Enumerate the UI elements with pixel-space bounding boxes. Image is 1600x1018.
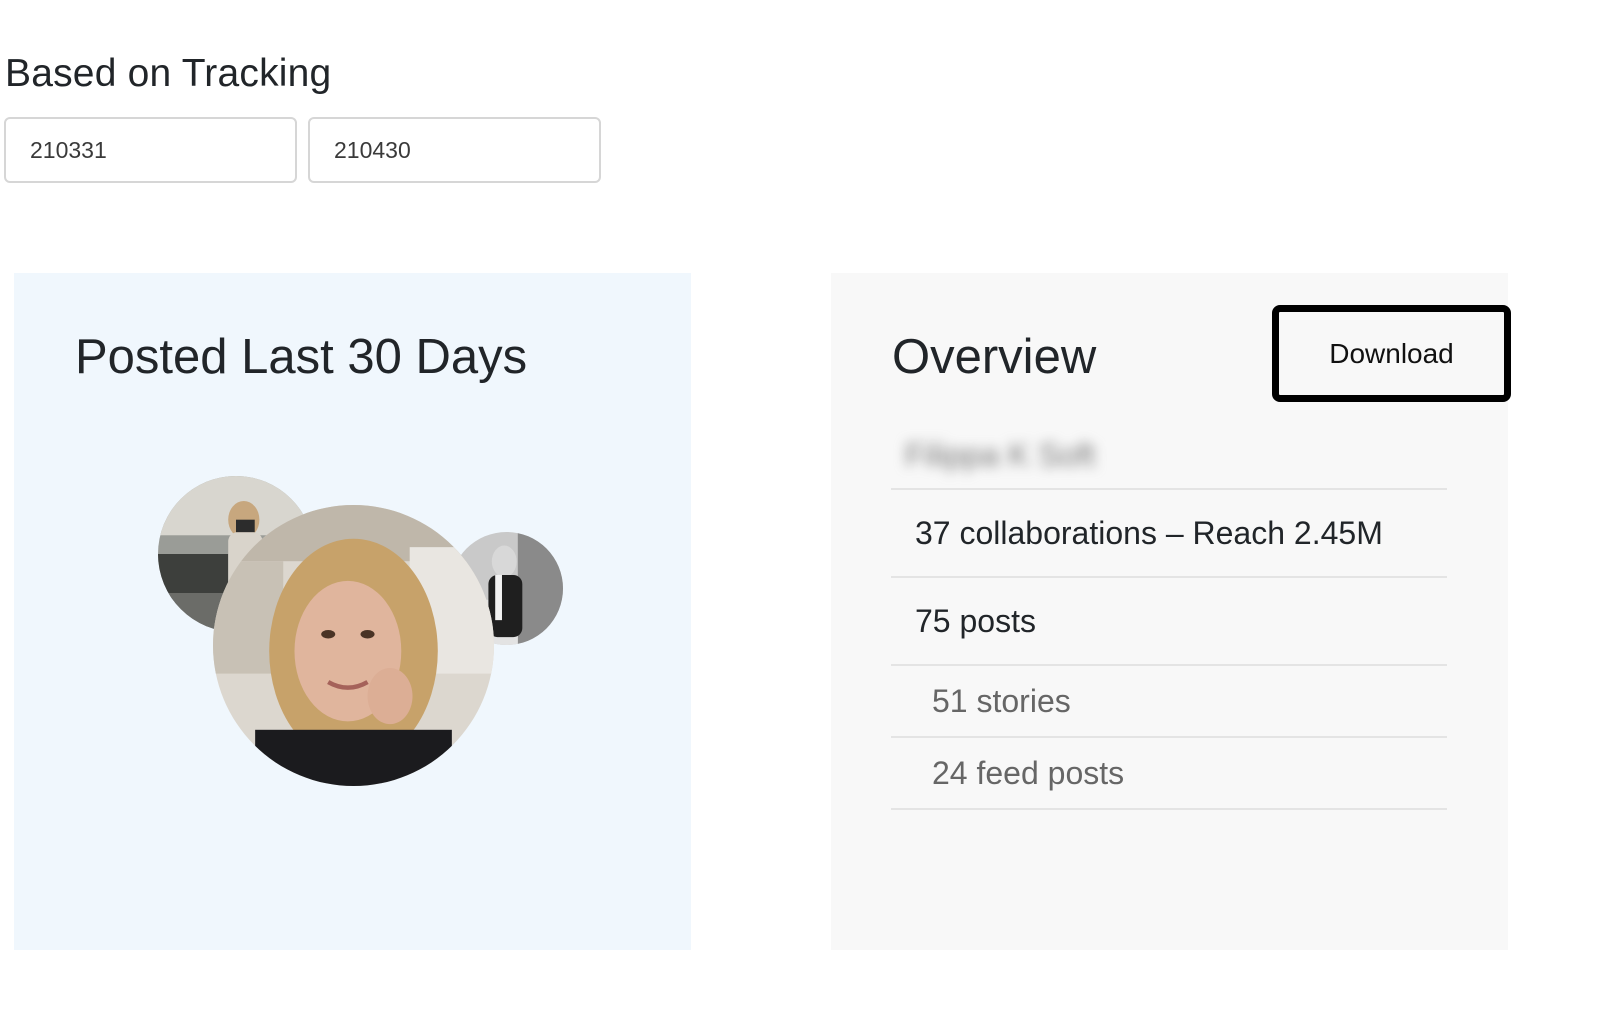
page: Based on Tracking Posted Last 30 Days xyxy=(0,0,1600,1018)
bubble-chart xyxy=(14,273,691,950)
feed-posts-row: 24 feed posts xyxy=(891,738,1447,810)
posted-last-30-days-card: Posted Last 30 Days xyxy=(14,273,691,950)
influencer-avatar-main[interactable] xyxy=(213,505,494,786)
brand-name-row: Filippa K Soft xyxy=(891,423,1447,490)
collaborations-row: 37 collaborations – Reach 2.45M xyxy=(891,490,1447,578)
overview-stats-list: Filippa K Soft 37 collaborations – Reach… xyxy=(891,423,1447,810)
download-button[interactable]: Download xyxy=(1272,305,1511,402)
stories-row: 51 stories xyxy=(891,666,1447,738)
brand-name-redacted: Filippa K Soft xyxy=(905,437,1096,473)
section-title: Based on Tracking xyxy=(5,52,332,95)
overview-title: Overview xyxy=(892,330,1097,384)
date-to-input[interactable] xyxy=(308,117,601,183)
posts-row: 75 posts xyxy=(891,578,1447,666)
overview-card: Overview Download Filippa K Soft 37 coll… xyxy=(831,273,1511,950)
date-from-input[interactable] xyxy=(4,117,297,183)
